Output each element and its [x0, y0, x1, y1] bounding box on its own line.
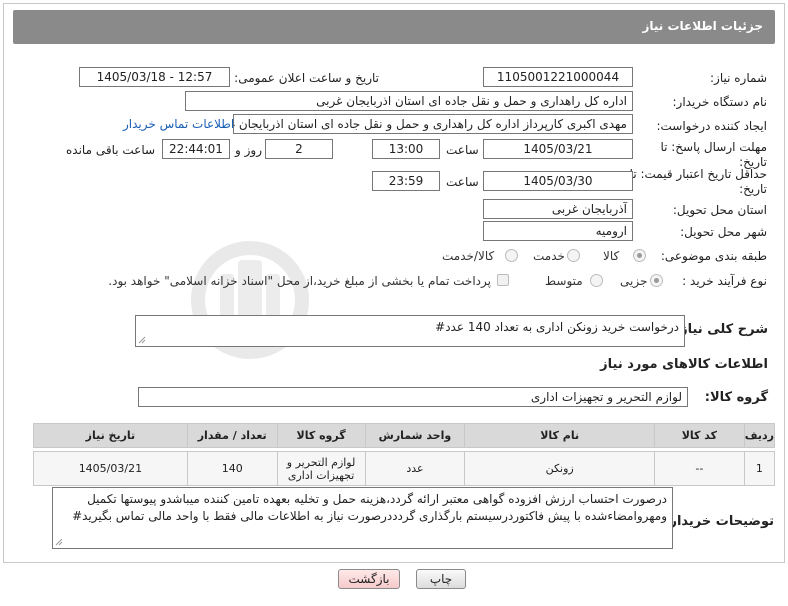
reply-date-field: 1405/03/21	[483, 139, 633, 159]
province-label: استان محل تحویل:	[672, 203, 767, 217]
category-option-goods: کالا	[603, 249, 620, 263]
goods-section-title: اطلاعات کالاهای مورد نیاز	[600, 357, 768, 372]
buyer-notes-text: درصورت احتساب ارزش افزوده گواهی معتبر ار…	[72, 492, 667, 523]
goods-group-label: گروه کالا:	[704, 390, 768, 405]
process-option-medium: متوسط	[545, 274, 583, 288]
process-radio-minor[interactable]	[650, 274, 663, 287]
col-header-row-number: ردیف	[743, 423, 776, 448]
price-time-field: 23:59	[372, 171, 440, 191]
table-row: 1 -- زونکن عدد لوازم التحریر و تجهیزات ا…	[33, 451, 776, 486]
buyer-contact-link[interactable]: اطلاعات تماس خریدار	[123, 117, 234, 131]
category-option-goods-service: کالا/خدمت	[442, 249, 495, 263]
table-header-row: ردیف کد کالا نام کالا واحد شمارش گروه کا…	[33, 423, 776, 448]
time-remaining-label: ساعت باقی مانده	[66, 143, 156, 157]
days-remaining-field: 2	[265, 139, 333, 159]
cell-unit: عدد	[364, 451, 466, 486]
category-radio-goods-service[interactable]	[505, 249, 518, 262]
description-textarea[interactable]: درخواست خرید زونکن اداری به تعداد 140 عد…	[135, 315, 685, 347]
cell-name: زونکن	[464, 451, 655, 486]
category-radio-goods[interactable]	[633, 249, 646, 262]
col-header-unit: واحد شمارش	[364, 423, 466, 448]
buyer-notes-textarea[interactable]: درصورت احتساب ارزش افزوده گواهی معتبر ار…	[52, 487, 673, 549]
treasury-payment-checkbox[interactable]	[497, 274, 509, 286]
category-option-service: خدمت	[533, 249, 565, 263]
treasury-payment-note: پرداخت تمام یا بخشی از مبلغ خرید،از محل …	[108, 274, 491, 288]
resize-grip-icon[interactable]	[55, 538, 63, 546]
buyer-notes-label: توضیحات خریدار:	[664, 514, 774, 529]
goods-group-field: لوازم التحریر و تجهیزات اداری	[138, 387, 688, 407]
time-remaining-field: 22:44:01	[162, 139, 230, 159]
col-header-date: تاریخ نیاز	[33, 423, 188, 448]
process-label: نوع فرآیند خرید :	[682, 274, 767, 288]
description-label: شرح کلی نیاز:	[674, 322, 768, 337]
price-deadline-label: حداقل تاریخ اعتبار قیمت: تا تاریخ:	[629, 167, 767, 196]
col-header-qty: تعداد / مقدار	[186, 423, 278, 448]
province-field: آذربایجان غربی	[483, 199, 633, 219]
announce-datetime-field: 1405/03/18 - 12:57	[79, 67, 230, 87]
buyer-org-field: اداره کل راهداری و حمل و نقل جاده ای است…	[185, 91, 633, 111]
reply-time-field: 13:00	[372, 139, 440, 159]
cell-group: لوازم التحریر و تجهیزات اداری	[276, 451, 366, 486]
buyer-org-label: نام دستگاه خریدار:	[672, 95, 768, 109]
col-header-code: کد کالا	[653, 423, 745, 448]
goods-table: ردیف کد کالا نام کالا واحد شمارش گروه کا…	[33, 423, 776, 486]
page-title: جزئیات اطلاعات نیاز	[642, 19, 763, 33]
col-header-group: گروه کالا	[276, 423, 366, 448]
print-button[interactable]: چاپ	[416, 569, 466, 589]
reply-time-label: ساعت	[446, 143, 479, 157]
cell-code: --	[653, 451, 745, 486]
days-label: روز و	[235, 143, 262, 157]
need-number-label: شماره نیاز:	[710, 71, 767, 85]
category-radio-service[interactable]	[567, 249, 580, 262]
back-button[interactable]: بازگشت	[338, 569, 400, 589]
cell-qty: 140	[186, 451, 278, 486]
need-number-field: 1105001221000044	[483, 67, 633, 87]
announce-label: تاریخ و ساعت اعلان عمومی:	[234, 71, 379, 85]
creator-field: مهدی اکبری کارپرداز اداره کل راهداری و ح…	[233, 114, 633, 134]
panel-header: جزئیات اطلاعات نیاز	[13, 10, 775, 44]
resize-grip-icon[interactable]	[138, 336, 146, 344]
description-text: درخواست خرید زونکن اداری به تعداد 140 عد…	[435, 320, 679, 334]
category-label: طبقه بندی موضوعی:	[660, 249, 767, 263]
city-field: ارومیه	[483, 221, 633, 241]
reply-deadline-label: مهلت ارسال پاسخ: تا تاریخ:	[660, 140, 767, 169]
price-date-field: 1405/03/30	[483, 171, 633, 191]
city-label: شهر محل تحویل:	[680, 225, 767, 239]
cell-date: 1405/03/21	[33, 451, 188, 486]
cell-row-number: 1	[743, 451, 776, 486]
col-header-name: نام کالا	[464, 423, 655, 448]
process-option-minor: جزیی	[620, 274, 648, 288]
price-time-label: ساعت	[446, 175, 479, 189]
creator-label: ایجاد کننده درخواست:	[656, 119, 767, 133]
process-radio-medium[interactable]	[590, 274, 603, 287]
